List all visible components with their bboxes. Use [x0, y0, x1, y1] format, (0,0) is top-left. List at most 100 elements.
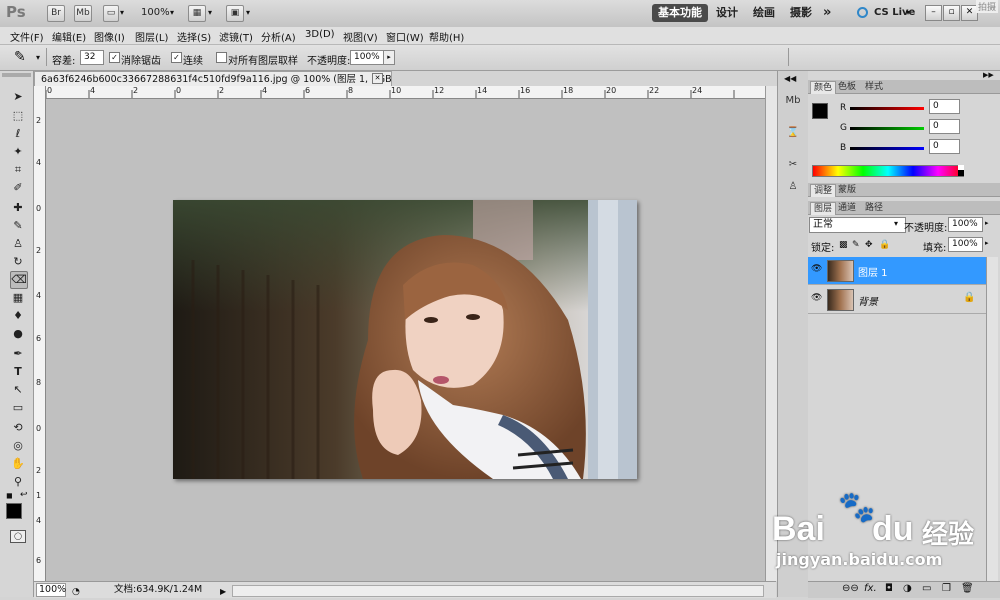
layer-name[interactable]: 图层 1 [858, 264, 888, 279]
chevron-down-icon[interactable]: ▾ [170, 8, 174, 17]
clone-source-panel-icon[interactable]: ♙ [785, 179, 801, 195]
blue-slider[interactable] [850, 147, 924, 150]
new-layer-icon[interactable]: ❐ [942, 583, 951, 594]
quick-mask-icon[interactable]: ◯ [10, 530, 26, 543]
opacity-slider-button[interactable]: ▸ [383, 50, 395, 65]
zoom-level[interactable]: 100% [141, 7, 170, 18]
bridge-icon[interactable]: Br [47, 5, 65, 22]
menu-view[interactable]: 视图(V) [343, 29, 378, 44]
chevron-down-icon[interactable]: ▾ [36, 53, 40, 62]
menu-analysis[interactable]: 分析(A) [261, 29, 296, 44]
adjustment-layer-icon[interactable]: ◑ [903, 583, 912, 594]
menu-3d[interactable]: 3D(D) [305, 29, 335, 40]
canvas-photo[interactable] [173, 200, 637, 479]
red-value-input[interactable]: 0 [929, 99, 960, 114]
layer-row-selected[interactable]: 👁 图层 1 [808, 257, 986, 285]
restore-button[interactable]: ▫ [943, 5, 960, 21]
marquee-tool-icon[interactable]: ⬚ [10, 108, 26, 124]
healing-brush-tool-icon[interactable]: ✚ [10, 200, 26, 216]
chevron-down-icon[interactable]: ▾ [894, 219, 898, 228]
zoom-tool-icon[interactable]: ⚲ [10, 474, 26, 490]
new-group-icon[interactable]: ▭ [922, 583, 931, 594]
tab-adjustments[interactable]: 调整 [810, 184, 837, 197]
foreground-color-swatch[interactable] [6, 503, 22, 519]
tool-presets-panel-icon[interactable]: ✂ [785, 157, 801, 173]
red-slider[interactable] [850, 107, 924, 110]
horizontal-scrollbar[interactable] [232, 585, 764, 597]
tab-swatches[interactable]: 色板 [835, 81, 859, 93]
collapse-dock-icon[interactable]: ◀◀ [784, 74, 796, 83]
workspace-photography-button[interactable]: 摄影 [784, 4, 818, 22]
chevron-down-icon[interactable]: ▾ [120, 8, 124, 17]
lock-position-icon[interactable]: ✥ [865, 240, 873, 250]
blue-value-input[interactable]: 0 [929, 139, 960, 154]
path-selection-tool-icon[interactable]: ↖ [10, 382, 26, 398]
arrange-documents-icon[interactable]: ▦ [188, 5, 206, 22]
blur-tool-icon[interactable]: ♦ [10, 308, 26, 324]
document-tab[interactable]: 6a63f6246b600c33667288631f4c510fd9f9a116… [34, 71, 392, 87]
default-colors-icon[interactable]: ◼ [6, 491, 13, 500]
mini-bridge-panel-icon[interactable]: Mb [785, 93, 801, 109]
all-layers-checkbox[interactable] [216, 52, 227, 63]
chevron-down-icon[interactable]: ▾ [246, 8, 250, 17]
collapse-panels-icon[interactable]: ▶▶ [983, 71, 994, 79]
mini-bridge-icon[interactable]: Mb [74, 5, 92, 22]
3d-orbit-tool-icon[interactable]: ◎ [10, 438, 26, 454]
add-mask-icon[interactable]: ◘ [885, 583, 893, 594]
chevron-down-icon[interactable]: ▾ [208, 8, 212, 17]
panel-foreground-swatch[interactable] [812, 103, 828, 119]
menu-window[interactable]: 窗口(W) [386, 29, 424, 44]
fill-arrow-icon[interactable]: ▸ [985, 239, 989, 247]
spectrum-black[interactable] [958, 170, 964, 176]
color-spectrum-bar[interactable] [812, 165, 964, 177]
crop-tool-icon[interactable]: ⌗ [10, 162, 26, 178]
3d-rotate-tool-icon[interactable]: ⟲ [10, 420, 26, 436]
fill-input[interactable]: 100% [948, 237, 983, 252]
eyedropper-tool-icon[interactable]: ✐ [10, 180, 26, 196]
contiguous-checkbox[interactable]: ✓ [171, 52, 182, 63]
green-slider[interactable] [850, 127, 924, 130]
minimize-button[interactable]: – [925, 5, 942, 21]
vertical-scrollbar[interactable] [765, 86, 777, 581]
menu-layer[interactable]: 图层(L) [135, 29, 168, 44]
menu-file[interactable]: 文件(F) [10, 29, 44, 44]
lock-all-icon[interactable]: 🔒 [879, 240, 890, 250]
layers-scrollbar[interactable] [986, 257, 998, 581]
link-layers-icon[interactable]: ⊖⊖ [842, 583, 859, 594]
opacity-input[interactable]: 100% [350, 50, 384, 65]
menu-edit[interactable]: 编辑(E) [52, 29, 86, 44]
menu-filter[interactable]: 滤镜(T) [219, 29, 253, 44]
view-extras-icon[interactable]: ▭ [103, 5, 119, 22]
panel-grip[interactable] [2, 73, 31, 77]
magic-eraser-preset-icon[interactable]: ✎ [14, 49, 26, 65]
tab-layers[interactable]: 图层 [810, 202, 837, 215]
dodge-tool-icon[interactable]: ● [10, 326, 26, 342]
visibility-eye-icon[interactable]: 👁 [811, 264, 822, 274]
visibility-eye-icon[interactable]: 👁 [811, 293, 822, 303]
gradient-tool-icon[interactable]: ▦ [10, 290, 26, 306]
tab-color[interactable]: 颜色 [810, 81, 837, 94]
shape-tool-icon[interactable]: ▭ [10, 400, 26, 416]
tab-masks[interactable]: 蒙版 [835, 184, 859, 196]
swap-colors-icon[interactable]: ↩ [20, 490, 28, 500]
tab-paths[interactable]: 路径 [862, 202, 886, 214]
vertical-ruler[interactable]: 2 4 0 2 4 6 8 0 2 1 4 6 [34, 86, 46, 581]
eraser-tool-icon[interactable]: ⌫ [10, 271, 28, 289]
menu-help[interactable]: 帮助(H) [429, 29, 464, 44]
status-zoom-input[interactable]: 100% [36, 583, 66, 597]
chevron-down-icon[interactable]: ▾ [906, 8, 910, 17]
screen-mode-icon[interactable]: ▣ [226, 5, 244, 22]
quick-selection-tool-icon[interactable]: ✦ [10, 144, 26, 160]
lock-image-icon[interactable]: ✎ [852, 240, 860, 250]
close-document-icon[interactable]: ✕ [372, 73, 383, 84]
status-icon[interactable]: ◔ [72, 584, 80, 600]
history-panel-icon[interactable]: ⌛ [785, 125, 801, 141]
tab-styles[interactable]: 样式 [862, 81, 886, 93]
menu-image[interactable]: 图像(I) [94, 29, 125, 44]
workspace-essentials-button[interactable]: 基本功能 [652, 4, 708, 22]
tab-channels[interactable]: 通道 [835, 202, 859, 214]
delete-layer-icon[interactable]: 🗑 [961, 583, 974, 594]
layer-row[interactable]: 👁 背景 🔒 [808, 286, 986, 314]
green-value-input[interactable]: 0 [929, 119, 960, 134]
lock-transparent-icon[interactable]: ▩ [839, 240, 848, 250]
